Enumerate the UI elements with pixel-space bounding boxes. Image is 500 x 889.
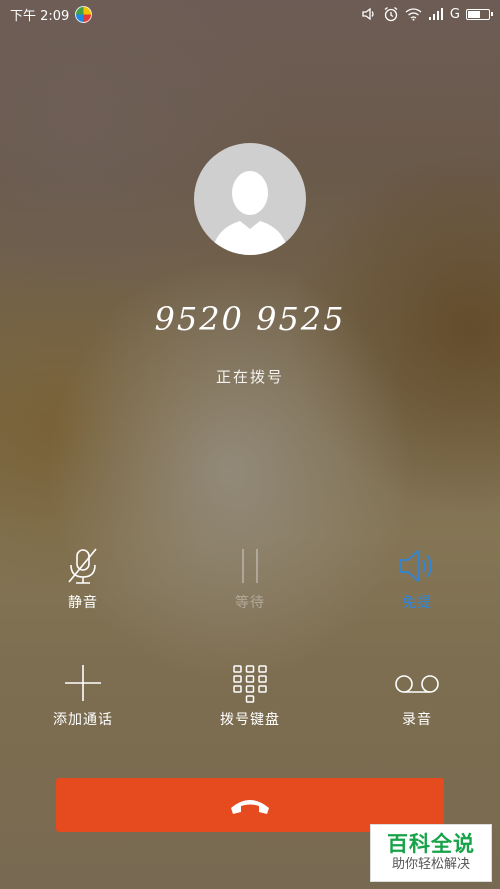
status-bar-right: G: [361, 6, 493, 22]
watermark-subtitle: 助你轻松解决: [391, 857, 470, 872]
status-bar-left: 下午 2:09: [10, 5, 93, 24]
status-bar: 下午 2:09 G: [0, 0, 500, 28]
add-call-button[interactable]: 添加通话: [13, 663, 153, 729]
record-label: 录音: [402, 712, 432, 728]
mute-label: 静音: [68, 595, 98, 611]
battery-icon: [466, 8, 493, 20]
network-type: G: [449, 6, 460, 22]
dialpad-label: 拨号键盘: [220, 712, 280, 728]
watermark-title: 百科全说: [387, 832, 475, 856]
speaker-button[interactable]: 免提: [347, 546, 487, 612]
plus-icon: [65, 665, 101, 701]
volume-icon: [361, 6, 377, 22]
person-silhouette-icon: [212, 171, 288, 255]
hang-up-phone-icon: [231, 800, 269, 814]
speaker-label: 免提: [402, 595, 432, 611]
mute-button[interactable]: 静音: [13, 546, 153, 612]
speaker-icon: [399, 550, 432, 582]
add-call-label: 添加通话: [53, 712, 113, 728]
record-button[interactable]: 录音: [347, 663, 487, 729]
voicemail-record-icon: [395, 675, 439, 693]
signal-icon: [428, 8, 444, 20]
dialpad-icon: [233, 665, 267, 703]
phone-number: 9520 9525: [154, 300, 346, 338]
pause-icon: [242, 549, 258, 583]
battery-level: [468, 10, 481, 18]
contact-avatar: [194, 143, 306, 255]
hold-label: 等待: [235, 595, 265, 611]
call-status: 正在拨号: [215, 368, 284, 386]
watermark-logo: 百科全说 助你轻松解决: [370, 824, 492, 882]
mute-microphone-icon: [68, 548, 97, 584]
wifi-icon: [405, 7, 422, 21]
dialpad-button[interactable]: 拨号键盘: [180, 663, 320, 729]
hold-button[interactable]: 等待: [180, 546, 320, 612]
status-time: 下午 2:09: [10, 8, 70, 24]
app-notification-icon: [75, 5, 93, 23]
alarm-icon: [383, 6, 399, 22]
